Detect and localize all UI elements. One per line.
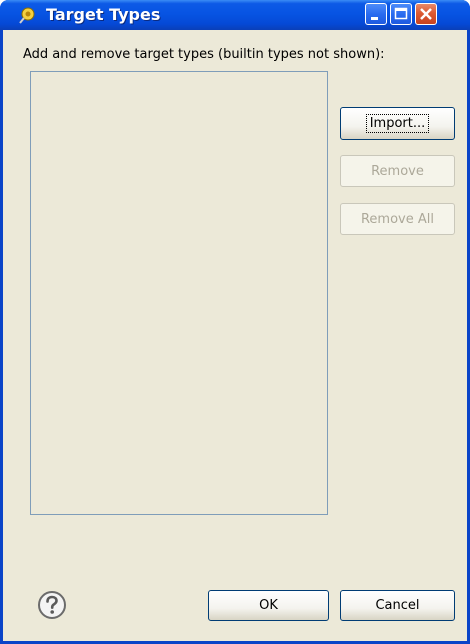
import-button-label: Import... xyxy=(365,114,430,133)
cancel-button-label: Cancel xyxy=(375,598,420,613)
minimize-icon xyxy=(371,17,378,20)
instructions-label: Add and remove target types (builtin typ… xyxy=(23,47,385,62)
target-types-list[interactable] xyxy=(30,71,328,515)
cancel-button[interactable]: Cancel xyxy=(340,590,455,621)
maximize-icon xyxy=(394,7,408,20)
title-bar[interactable]: Target Types xyxy=(0,0,470,30)
window-title: Target Types xyxy=(46,5,161,24)
remove-button-label: Remove xyxy=(371,163,424,179)
ok-button-label: OK xyxy=(259,598,278,613)
close-icon xyxy=(420,8,432,20)
remove-all-button-label: Remove All xyxy=(360,211,434,227)
ok-button[interactable]: OK xyxy=(208,590,329,621)
close-button[interactable] xyxy=(415,3,437,25)
remove-button[interactable]: Remove xyxy=(340,155,455,187)
remove-all-button[interactable]: Remove All xyxy=(340,203,455,235)
minimize-button[interactable] xyxy=(365,3,387,25)
import-button[interactable]: Import... xyxy=(340,107,455,140)
app-icon xyxy=(19,7,35,24)
maximize-button[interactable] xyxy=(390,3,412,25)
question-mark-icon[interactable] xyxy=(36,589,68,621)
dialog-window: Target Types Add and remove target types… xyxy=(0,0,470,644)
